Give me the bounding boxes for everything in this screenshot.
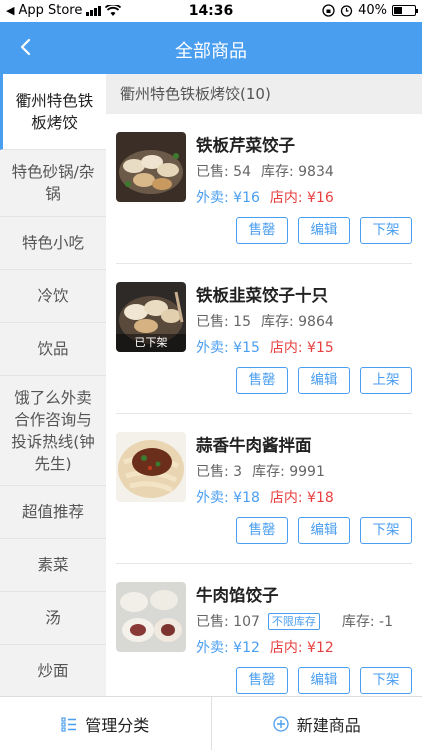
sold-count: 已售: 15 bbox=[196, 314, 251, 330]
instore-price: 店内: ¥16 bbox=[269, 190, 334, 206]
product-item: 牛肉馅饺子 已售: 107 不限库存 库存: -1 外卖: ¥12 店内: ¥1… bbox=[116, 564, 412, 696]
sold-count: 已售: 54 bbox=[196, 164, 251, 180]
add-product-button[interactable]: 新建商品 bbox=[212, 697, 422, 750]
product-stats: 已售: 107 不限库存 库存: -1 bbox=[196, 611, 393, 631]
page-title: 全部商品 bbox=[175, 41, 247, 62]
product-item: 已下架 铁板韭菜饺子十只 已售: 15 库存: 9864 外卖: ¥15 店内:… bbox=[116, 264, 412, 414]
sold-out-button[interactable]: 售罄 bbox=[236, 517, 288, 544]
bottom-toolbar: 管理分类 新建商品 bbox=[0, 696, 422, 750]
product-image[interactable] bbox=[116, 582, 186, 652]
sidebar-item[interactable]: 超值推荐 bbox=[0, 486, 106, 539]
product-image[interactable]: 已下架 bbox=[116, 282, 186, 352]
delist-button[interactable]: 下架 bbox=[360, 667, 412, 694]
sidebar-item-label: 素菜 bbox=[37, 556, 69, 574]
product-stats: 已售: 3 库存: 9991 bbox=[196, 461, 325, 481]
stock-count: 库存: 9991 bbox=[252, 464, 325, 480]
sidebar-item-label: 特色小吃 bbox=[21, 234, 84, 252]
product-actions: 售罄 编辑 下架 bbox=[236, 217, 412, 244]
sidebar-item-label: 炒面 bbox=[37, 662, 69, 680]
sold-out-button[interactable]: 售罄 bbox=[236, 667, 288, 694]
delist-button[interactable]: 下架 bbox=[360, 217, 412, 244]
rotation-lock-icon bbox=[322, 4, 335, 17]
stock-count: 库存: 9864 bbox=[260, 314, 334, 330]
sidebar-item-label: 饿了么外卖合作咨询与投诉热线(钟先生) bbox=[11, 388, 95, 473]
edit-button[interactable]: 编辑 bbox=[298, 517, 350, 544]
sidebar-item-label: 特色砂锅/杂锅 bbox=[11, 163, 95, 203]
delisted-badge: 已下架 bbox=[116, 334, 186, 352]
sidebar-item-label: 汤 bbox=[45, 609, 61, 627]
stock-count: 库存: 9834 bbox=[260, 164, 334, 180]
sold-count: 已售: 3 bbox=[196, 464, 243, 480]
product-name[interactable]: 铁板芹菜饺子 bbox=[196, 132, 295, 156]
plus-circle-icon bbox=[273, 715, 289, 732]
sidebar-item[interactable]: 特色砂锅/杂锅 bbox=[0, 150, 106, 217]
category-sidebar: 衢州特色铁板烤饺 特色砂锅/杂锅 特色小吃 冷饮 饮品 饿了么外卖合作咨询与投诉… bbox=[0, 74, 106, 696]
sidebar-item-label: 衢州特色铁板烤饺 bbox=[15, 91, 94, 132]
product-prices: 外卖: ¥15 店内: ¥15 bbox=[196, 337, 334, 357]
product-prices: 外卖: ¥18 店内: ¥18 bbox=[196, 487, 334, 507]
product-prices: 外卖: ¥16 店内: ¥16 bbox=[196, 187, 334, 207]
edit-button[interactable]: 编辑 bbox=[298, 217, 350, 244]
product-list: 衢州特色铁板烤饺(10) 铁板芹菜饺子 已售: 54 库存: 9834 外卖: … bbox=[106, 74, 422, 696]
sidebar-item[interactable]: 特色小吃 bbox=[0, 217, 106, 270]
alarm-icon bbox=[340, 5, 353, 17]
sidebar-item[interactable]: 炒面 bbox=[0, 645, 106, 696]
product-item: 铁板芹菜饺子 已售: 54 库存: 9834 外卖: ¥16 店内: ¥16 售… bbox=[116, 114, 412, 264]
delist-button[interactable]: 下架 bbox=[360, 517, 412, 544]
status-bar: ◀ App Store 14:36 40% bbox=[0, 0, 422, 22]
product-stats: 已售: 54 库存: 9834 bbox=[196, 161, 334, 181]
sidebar-item[interactable]: 饿了么外卖合作咨询与投诉热线(钟先生) bbox=[0, 376, 106, 486]
edit-button[interactable]: 编辑 bbox=[298, 367, 350, 394]
manage-categories-label: 管理分类 bbox=[85, 715, 150, 735]
sidebar-item-label: 饮品 bbox=[37, 340, 69, 358]
edit-button[interactable]: 编辑 bbox=[298, 667, 350, 694]
section-header: 衢州特色铁板烤饺(10) bbox=[106, 74, 422, 114]
product-name[interactable]: 铁板韭菜饺子十只 bbox=[196, 282, 328, 306]
product-actions: 售罄 编辑 上架 bbox=[236, 367, 412, 394]
sidebar-item[interactable]: 饮品 bbox=[0, 323, 106, 376]
product-item: 蒜香牛肉酱拌面 已售: 3 库存: 9991 外卖: ¥18 店内: ¥18 售… bbox=[116, 414, 412, 564]
product-name[interactable]: 牛肉馅饺子 bbox=[196, 582, 279, 606]
sold-out-button[interactable]: 售罄 bbox=[236, 217, 288, 244]
sold-count: 已售: 107 bbox=[196, 614, 260, 630]
list-icon bbox=[61, 716, 77, 732]
instore-price: 店内: ¥12 bbox=[269, 640, 334, 656]
instore-price: 店内: ¥15 bbox=[269, 340, 334, 356]
sidebar-item[interactable]: 冷饮 bbox=[0, 270, 106, 323]
battery-percent: 40% bbox=[358, 3, 387, 18]
takeout-price: 外卖: ¥18 bbox=[196, 490, 260, 506]
add-product-label: 新建商品 bbox=[296, 715, 361, 735]
stock-count: 库存: -1 bbox=[341, 614, 394, 630]
product-actions: 售罄 编辑 下架 bbox=[236, 517, 412, 544]
instore-price: 店内: ¥18 bbox=[269, 490, 334, 506]
takeout-price: 外卖: ¥15 bbox=[196, 340, 260, 356]
sidebar-item-label: 超值推荐 bbox=[21, 503, 84, 521]
list-button[interactable]: 上架 bbox=[360, 367, 412, 394]
sidebar-item[interactable]: 素菜 bbox=[0, 539, 106, 592]
product-image[interactable] bbox=[116, 132, 186, 202]
takeout-price: 外卖: ¥16 bbox=[196, 190, 260, 206]
unlimited-stock-badge: 不限库存 bbox=[267, 612, 320, 630]
product-prices: 外卖: ¥12 店内: ¥12 bbox=[196, 637, 334, 657]
status-right: 40% bbox=[322, 3, 418, 18]
product-image[interactable] bbox=[116, 432, 186, 502]
takeout-price: 外卖: ¥12 bbox=[196, 640, 260, 656]
product-actions: 售罄 编辑 下架 bbox=[236, 667, 412, 694]
manage-categories-button[interactable]: 管理分类 bbox=[0, 697, 212, 750]
nav-bar: 全部商品 bbox=[0, 22, 422, 74]
battery-icon bbox=[392, 5, 418, 16]
battery-level bbox=[394, 7, 402, 14]
product-name[interactable]: 蒜香牛肉酱拌面 bbox=[196, 432, 312, 456]
sidebar-item-active[interactable]: 衢州特色铁板烤饺 bbox=[0, 74, 106, 150]
sidebar-item[interactable]: 汤 bbox=[0, 592, 106, 645]
sidebar-item-label: 冷饮 bbox=[37, 287, 69, 305]
sold-out-button[interactable]: 售罄 bbox=[236, 367, 288, 394]
product-stats: 已售: 15 库存: 9864 bbox=[196, 311, 334, 331]
